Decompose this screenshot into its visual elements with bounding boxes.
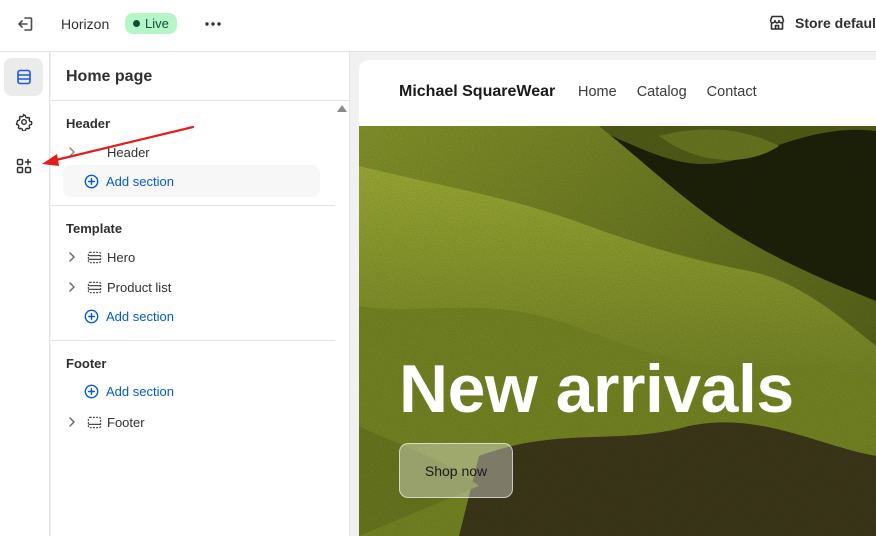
add-section-label: Add section [106,173,174,189]
panel-title: Home page [66,68,153,85]
section-layout-icon [83,280,105,295]
apps-add-icon [16,158,31,174]
section-layout-icon [83,250,105,265]
hero-section[interactable]: New arrivals Shop now [359,126,876,536]
chevron-right-icon[interactable] [63,147,81,157]
section-row-hero[interactable]: Hero [63,243,323,271]
exit-button[interactable] [12,12,38,36]
plus-circle-icon [84,384,99,398]
store-nav: Home Catalog Contact [578,84,757,100]
shop-now-button[interactable]: Shop now [399,443,513,498]
nav-link-contact[interactable]: Contact [707,84,757,100]
rail-sections-button[interactable] [4,58,43,96]
scroll-up-arrow-icon[interactable] [337,105,347,112]
group-title-template: Template [66,221,123,236]
store-default-label: Store default [795,15,876,31]
live-dot-icon [133,20,140,27]
section-row-footer[interactable]: Footer [63,408,323,436]
store-header[interactable]: Michael SquareWear Home Catalog Contact [359,60,876,126]
section-label: Header [107,144,150,160]
more-actions-button[interactable] [201,12,225,36]
chevron-right-icon[interactable] [63,417,81,427]
group-title-footer: Footer [66,356,107,371]
chevron-right-icon[interactable] [63,252,81,262]
exit-icon [18,17,33,31]
divider [51,205,335,206]
gear-icon [15,113,32,131]
add-section-label: Add section [106,308,174,324]
store-icon [769,15,785,30]
section-row-product-list[interactable]: Product list [63,273,323,301]
editor-icon-rail [0,52,50,536]
group-title-header: Header [66,116,111,131]
rail-settings-button[interactable] [4,103,43,141]
add-section-button-header[interactable]: Add section [84,169,174,193]
divider [51,340,335,341]
top-bar: Horizon Live Store default [0,0,876,52]
layout-sections-icon [16,69,31,85]
rail-apps-button[interactable] [4,147,43,185]
chevron-right-icon[interactable] [63,282,81,292]
sections-panel: Home page Header Header Add section Temp… [51,52,350,536]
add-section-button-footer[interactable]: Add section [84,379,174,403]
divider [51,100,350,101]
section-footer-icon [83,415,105,430]
live-status-badge: Live [125,13,177,34]
live-badge-label: Live [145,16,169,31]
plus-circle-icon [84,309,99,323]
theme-name: Horizon [61,16,110,32]
hero-heading[interactable]: New arrivals [399,350,794,428]
store-preview[interactable]: Michael SquareWear Home Catalog Contact [359,60,876,536]
more-icon [205,22,221,26]
section-row-header[interactable]: Header [63,138,323,166]
plus-circle-icon [84,174,99,188]
add-section-label: Add section [106,383,174,399]
section-label: Footer [107,414,145,430]
nav-link-catalog[interactable]: Catalog [637,84,687,100]
store-default-selector[interactable]: Store default [768,14,876,32]
nav-link-home[interactable]: Home [578,84,617,100]
section-label: Product list [107,279,172,295]
store-name[interactable]: Michael SquareWear [399,83,555,101]
section-label: Hero [107,249,136,265]
add-section-button-template[interactable]: Add section [84,304,174,328]
